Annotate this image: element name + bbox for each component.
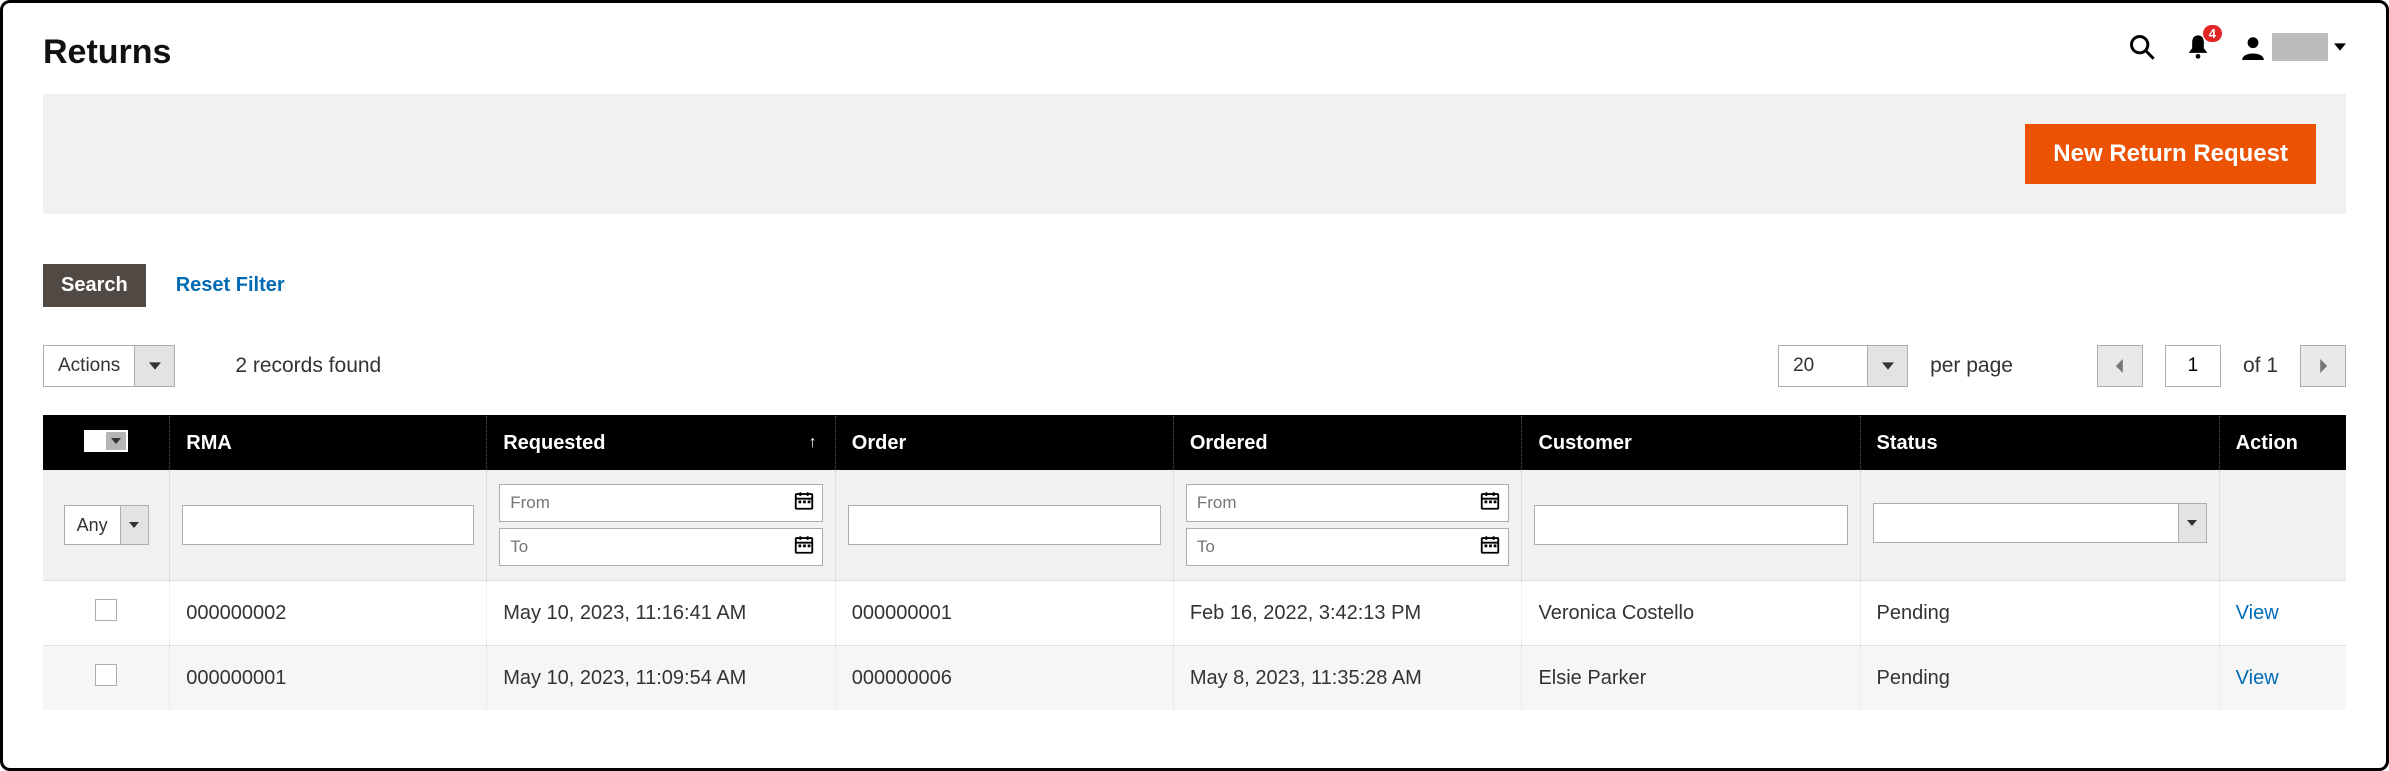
filter-ordered-to-input[interactable] bbox=[1186, 528, 1510, 566]
user-icon bbox=[2240, 34, 2266, 60]
chevron-down-icon bbox=[120, 506, 148, 544]
col-header-order[interactable]: Order bbox=[835, 416, 1173, 471]
search-button[interactable]: Search bbox=[43, 264, 146, 307]
filter-order-input[interactable] bbox=[848, 505, 1161, 545]
col-header-status[interactable]: Status bbox=[1860, 416, 2219, 471]
page-title: Returns bbox=[43, 33, 171, 72]
cell-status: Pending bbox=[1860, 581, 2219, 646]
col-header-ordered[interactable]: Ordered bbox=[1173, 416, 1522, 471]
cell-customer: Veronica Costello bbox=[1522, 581, 1860, 646]
cell-order: 000000001 bbox=[835, 581, 1173, 646]
row-checkbox[interactable] bbox=[95, 664, 117, 686]
cell-rma: 000000001 bbox=[170, 646, 487, 711]
col-header-requested[interactable]: Requested ↑ bbox=[487, 416, 836, 471]
user-menu[interactable] bbox=[2240, 33, 2346, 61]
filter-requested-from-input[interactable] bbox=[499, 484, 823, 522]
filter-status-select[interactable] bbox=[1873, 503, 2207, 543]
cell-ordered: May 8, 2023, 11:35:28 AM bbox=[1173, 646, 1522, 711]
chevron-down-icon bbox=[1867, 346, 1907, 386]
filter-rma-input[interactable] bbox=[182, 505, 474, 545]
page-size-value: 20 bbox=[1779, 346, 1867, 386]
cell-status: Pending bbox=[1860, 646, 2219, 711]
filter-requested-to-input[interactable] bbox=[499, 528, 823, 566]
cell-order: 000000006 bbox=[835, 646, 1173, 711]
cell-customer: Elsie Parker bbox=[1522, 646, 1860, 711]
notification-badge: 4 bbox=[2203, 25, 2222, 42]
records-found: 2 records found bbox=[235, 354, 381, 378]
filter-customer-input[interactable] bbox=[1534, 505, 1847, 545]
view-link[interactable]: View bbox=[2236, 667, 2279, 689]
sort-asc-icon: ↑ bbox=[809, 434, 817, 452]
view-link[interactable]: View bbox=[2236, 602, 2279, 624]
filter-status-label bbox=[1874, 504, 2178, 542]
cell-ordered: Feb 16, 2022, 3:42:13 PM bbox=[1173, 581, 1522, 646]
filter-ordered-from-input[interactable] bbox=[1186, 484, 1510, 522]
reset-filter-link[interactable]: Reset Filter bbox=[176, 274, 285, 297]
actions-dropdown[interactable]: Actions bbox=[43, 345, 175, 387]
col-header-action: Action bbox=[2219, 416, 2346, 471]
actions-label: Actions bbox=[44, 346, 134, 386]
search-icon[interactable] bbox=[2128, 33, 2156, 61]
chevron-down-icon bbox=[2334, 41, 2346, 53]
col-header-customer[interactable]: Customer bbox=[1522, 416, 1860, 471]
per-page-label: per page bbox=[1930, 354, 2013, 378]
filter-any-label: Any bbox=[65, 506, 120, 544]
prev-page-button[interactable] bbox=[2097, 345, 2143, 387]
chevron-down-icon bbox=[106, 432, 126, 450]
col-header-rma[interactable]: RMA bbox=[170, 416, 487, 471]
select-all-checkbox[interactable] bbox=[86, 432, 106, 450]
notifications-icon[interactable]: 4 bbox=[2184, 33, 2212, 61]
table-row[interactable]: 000000001 May 10, 2023, 11:09:54 AM 0000… bbox=[43, 646, 2346, 711]
page-size-dropdown[interactable]: 20 bbox=[1778, 345, 1908, 387]
page-number-input[interactable] bbox=[2165, 345, 2221, 387]
col-header-select[interactable] bbox=[43, 416, 170, 471]
of-pages-label: of 1 bbox=[2243, 354, 2278, 378]
cell-requested: May 10, 2023, 11:16:41 AM bbox=[487, 581, 836, 646]
next-page-button[interactable] bbox=[2300, 345, 2346, 387]
row-checkbox[interactable] bbox=[95, 599, 117, 621]
user-name-placeholder bbox=[2272, 33, 2328, 61]
col-header-requested-label: Requested bbox=[503, 432, 605, 454]
cell-rma: 000000002 bbox=[170, 581, 487, 646]
new-return-request-button[interactable]: New Return Request bbox=[2025, 124, 2316, 184]
table-row[interactable]: 000000002 May 10, 2023, 11:16:41 AM 0000… bbox=[43, 581, 2346, 646]
chevron-down-icon bbox=[134, 346, 174, 386]
chevron-left-icon bbox=[2113, 359, 2127, 373]
chevron-down-icon bbox=[2178, 504, 2206, 542]
cell-requested: May 10, 2023, 11:09:54 AM bbox=[487, 646, 836, 711]
filter-select-any[interactable]: Any bbox=[64, 505, 149, 545]
chevron-right-icon bbox=[2316, 359, 2330, 373]
